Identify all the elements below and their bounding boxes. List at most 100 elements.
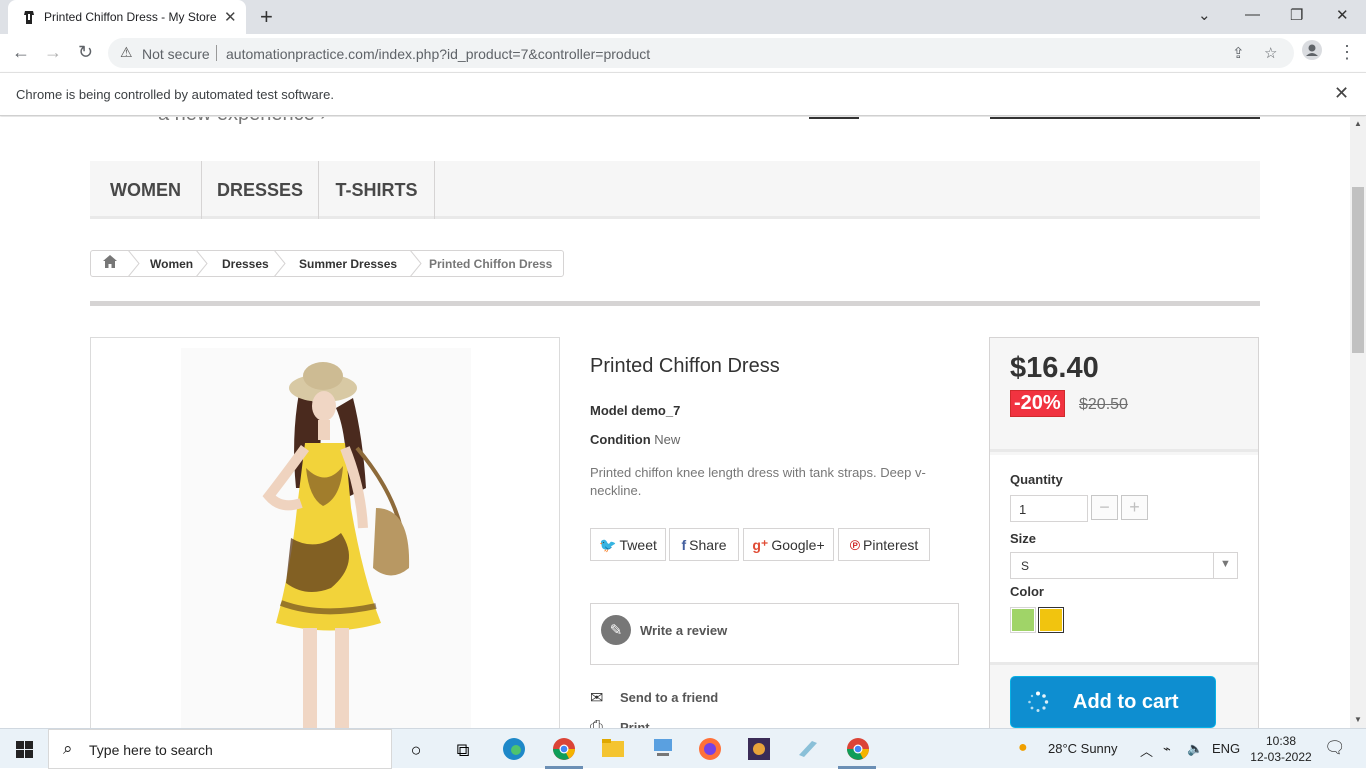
- size-select[interactable]: S ▼: [1010, 552, 1238, 579]
- restore-icon[interactable]: ❐: [1290, 6, 1303, 24]
- browser-tab-bar: Printed Chiffon Dress - My Store ✕ + ⌄ —…: [0, 0, 1366, 34]
- weather-text[interactable]: 28°C Sunny: [1048, 741, 1118, 756]
- browser-tab[interactable]: Printed Chiffon Dress - My Store ✕: [8, 0, 246, 34]
- product-model: Model demo_7: [590, 403, 680, 418]
- tweet-button[interactable]: 🐦 Tweet: [590, 528, 666, 561]
- pinterest-icon: ℗: [849, 537, 861, 553]
- this-pc-icon[interactable]: [650, 737, 676, 763]
- envelope-icon: ✉: [590, 690, 604, 707]
- size-label: Size: [1010, 531, 1037, 546]
- edge-icon[interactable]: [501, 737, 527, 763]
- partial-banner-text[interactable]: a new experience ›: [158, 117, 327, 126]
- breadcrumb-chevron-icon: [195, 250, 208, 277]
- reload-icon[interactable]: ↻: [78, 42, 93, 63]
- breadcrumb-women[interactable]: Women: [150, 257, 193, 271]
- address-bar[interactable]: ⚠ Not secure automationpractice.com/inde…: [108, 38, 1294, 68]
- clock-date: 12-03-2022: [1250, 750, 1312, 764]
- browser-toolbar: ← → ↻ ⚠ Not secure automationpractice.co…: [0, 34, 1366, 72]
- app-game-icon[interactable]: [746, 737, 772, 763]
- scroll-up-icon[interactable]: ▲: [1354, 119, 1362, 128]
- cortana-icon[interactable]: ○: [403, 737, 429, 763]
- pinterest-button[interactable]: ℗ Pinterest: [838, 528, 930, 561]
- network-icon[interactable]: ⌁: [1163, 741, 1171, 757]
- chevron-down-icon[interactable]: ▼: [1213, 553, 1237, 578]
- product-condition: Condition New: [590, 432, 680, 447]
- write-review-box[interactable]: ✎ Write a review: [590, 603, 959, 665]
- web-page: a new experience › WOMEN DRESSES T-SHIRT…: [0, 117, 1350, 728]
- scrollbar-thumb[interactable]: [1352, 187, 1364, 353]
- color-swatch-green[interactable]: [1010, 607, 1036, 633]
- home-icon[interactable]: [91, 251, 129, 276]
- header-underline-2: [990, 117, 1260, 119]
- firefox-icon[interactable]: [697, 737, 723, 763]
- swatch-fill: [1040, 609, 1062, 631]
- language-indicator[interactable]: ENG: [1212, 741, 1240, 756]
- share-button[interactable]: f Share: [669, 528, 739, 561]
- menu-tshirts[interactable]: T-SHIRTS: [319, 161, 435, 219]
- task-view-icon[interactable]: ⧉: [450, 737, 476, 763]
- chrome-profile-icon[interactable]: [551, 737, 577, 763]
- menu-dresses[interactable]: DRESSES: [202, 161, 319, 219]
- app-book-icon[interactable]: [795, 737, 821, 763]
- close-window-icon[interactable]: ✕: [1336, 6, 1349, 24]
- menu-women[interactable]: WOMEN: [90, 161, 202, 219]
- quantity-label: Quantity: [1010, 472, 1063, 487]
- not-secure-label[interactable]: Not secure: [142, 46, 210, 62]
- system-clock[interactable]: 10:38 12-03-2022: [1246, 733, 1316, 765]
- color-swatch-yellow[interactable]: [1038, 607, 1064, 633]
- add-to-cart-label[interactable]: Add to cart: [1073, 691, 1179, 714]
- new-tab-icon[interactable]: +: [260, 4, 273, 30]
- taskbar-search[interactable]: ⌕ Type here to search: [48, 729, 392, 769]
- tray-chevron-up-icon[interactable]: ︿: [1140, 741, 1153, 760]
- scroll-down-icon[interactable]: ▼: [1354, 715, 1362, 724]
- chrome-icon[interactable]: [845, 737, 871, 763]
- profile-avatar-icon[interactable]: [1302, 40, 1322, 65]
- breadcrumb-summer-dresses[interactable]: Summer Dresses: [299, 257, 397, 271]
- product-image[interactable]: [90, 337, 560, 728]
- quantity-plus-button[interactable]: +: [1121, 495, 1148, 520]
- minimize-icon[interactable]: —: [1245, 6, 1260, 23]
- buy-box: $16.40 -20% $20.50 Quantity 1 − + Size S…: [989, 337, 1259, 728]
- windows-start-icon[interactable]: [16, 741, 33, 758]
- dress-model-image: [91, 338, 559, 728]
- pinterest-label: Pinterest: [863, 537, 919, 553]
- condition-value: New: [654, 432, 681, 447]
- add-to-cart-button[interactable]: Add to cart: [1010, 676, 1216, 728]
- print-label[interactable]: Print: [620, 720, 650, 728]
- price-box: $16.40 -20% $20.50: [990, 338, 1258, 452]
- printer-icon: ⎙: [590, 718, 603, 728]
- write-review-link[interactable]: Write a review: [640, 623, 727, 638]
- close-tab-icon[interactable]: ✕: [224, 8, 237, 26]
- page-scrollbar[interactable]: ▲ ▼: [1350, 117, 1366, 728]
- forward-arrow-icon[interactable]: →: [44, 42, 62, 63]
- breadcrumb-chevron-icon: [273, 250, 286, 277]
- breadcrumb-dresses[interactable]: Dresses: [222, 257, 269, 271]
- bookmark-star-icon[interactable]: ☆: [1264, 44, 1277, 62]
- header-underline: [809, 117, 859, 119]
- google-plus-button[interactable]: g⁺ Google+: [743, 528, 834, 561]
- back-arrow-icon[interactable]: ←: [12, 42, 30, 63]
- share-icon[interactable]: ⇪: [1232, 44, 1245, 62]
- quantity-input[interactable]: 1: [1010, 495, 1088, 522]
- kebab-menu-icon[interactable]: ⋮: [1338, 42, 1356, 63]
- google-label: Google+: [771, 537, 825, 553]
- url-text[interactable]: automationpractice.com/index.php?id_prod…: [226, 46, 650, 62]
- warning-triangle-icon[interactable]: ⚠: [120, 44, 133, 61]
- weather-sun-icon[interactable]: ●: [1018, 739, 1028, 757]
- pencil-icon: ✎: [601, 615, 631, 645]
- product-description: Printed chiffon knee length dress with t…: [590, 465, 926, 498]
- volume-icon[interactable]: 🔈: [1187, 741, 1203, 757]
- store-favicon-icon: [24, 11, 34, 24]
- tweet-label: Tweet: [619, 537, 657, 553]
- divider: [90, 301, 1260, 306]
- file-explorer-icon[interactable]: [600, 737, 626, 763]
- quantity-minus-button[interactable]: −: [1091, 495, 1118, 520]
- tab-search-chevron-down-icon[interactable]: ⌄: [1198, 6, 1211, 24]
- search-placeholder[interactable]: Type here to search: [89, 742, 213, 758]
- color-label: Color: [1010, 584, 1044, 599]
- close-infobar-icon[interactable]: ✕: [1334, 83, 1349, 104]
- notification-icon[interactable]: 🗨: [1324, 738, 1346, 758]
- send-to-friend-label[interactable]: Send to a friend: [620, 690, 718, 705]
- breadcrumb: Women Dresses Summer Dresses Printed Chi…: [90, 250, 564, 277]
- facebook-icon: f: [681, 537, 687, 553]
